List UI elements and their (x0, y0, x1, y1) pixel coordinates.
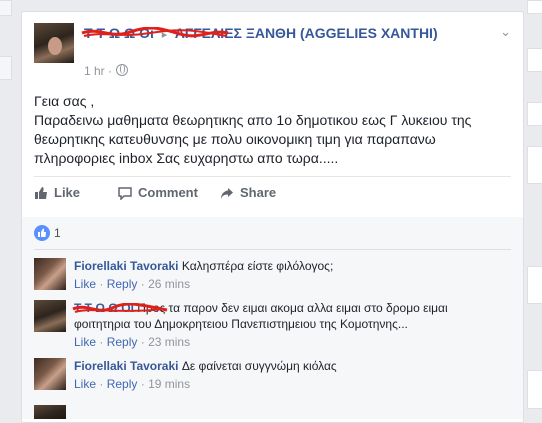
comment-actions: Like · Reply · 19 mins (74, 377, 191, 391)
right-card-fragment (527, 48, 542, 72)
commenter-avatar[interactable] (34, 358, 66, 390)
left-column (0, 0, 12, 407)
like-reaction-icon[interactable] (34, 225, 50, 241)
commenter-name[interactable]: Fiorellaki Tavoraki (74, 259, 179, 273)
share-icon (221, 187, 233, 199)
comment-button[interactable]: Comment (118, 185, 198, 200)
commenter-name[interactable]: Τ Τ Ω Ω Οι (72, 301, 168, 315)
post-header: Τ Τ Ω Ω Οι ▸ ΑΓΓΕΛΙΕΣ ΞΑΝΘΗ (AGGELIES XA… (81, 24, 504, 45)
post-text-line: Γεια σας , (34, 93, 95, 109)
thumbs-up-icon (35, 186, 47, 199)
comment-body: Fiorellaki Tavoraki Δε φαίνεται συγγνώμη… (74, 358, 504, 392)
post-card: Τ Τ Ω Ω Οι ▸ ΑΓΓΕΛΙΕΣ ΞΑΝΘΗ (AGGELIES XA… (21, 11, 524, 423)
comment-reply-link[interactable]: Reply (107, 335, 138, 349)
commenter-avatar[interactable] (34, 258, 66, 290)
share-button[interactable]: Share (220, 185, 276, 200)
comment-text: Δε φαίνεται συγγνώμη κιόλας (181, 359, 337, 373)
comment-reply-link[interactable]: Reply (107, 377, 138, 391)
right-card-fragment (527, 266, 542, 304)
right-column (527, 0, 542, 409)
comment-time[interactable]: 26 mins (148, 277, 190, 291)
right-card-fragment (527, 102, 542, 126)
comment-like-link[interactable]: Like (74, 277, 96, 291)
post-text: Γεια σας , Παραδεινω μαθηματα θεωρητικης… (34, 92, 512, 168)
commenter-avatar[interactable] (34, 300, 66, 332)
comment-like-link[interactable]: Like (74, 335, 96, 349)
comment-actions: Like · Reply · 26 mins (74, 277, 191, 291)
author-avatar[interactable] (34, 23, 74, 63)
right-card-fragment (527, 146, 542, 184)
comment-body: Fiorellaki Tavoraki Καλησπέρα είστε φιλό… (74, 258, 504, 292)
comment-like-link[interactable]: Like (74, 377, 96, 391)
like-button[interactable]: Like (34, 185, 80, 200)
post-time[interactable]: 1 hr · (84, 64, 112, 78)
left-card-fragment (0, 56, 12, 80)
comment-time[interactable]: 19 mins (148, 377, 190, 391)
author-name[interactable]: Τ Τ Ω Ω Οι (81, 24, 229, 43)
post-text-paragraph: Παραδεινω μαθηματα θεωρητικης απο 1ο δημ… (34, 112, 472, 166)
globe-icon (116, 64, 129, 76)
left-card-fragment (0, 0, 12, 16)
right-card-fragment (527, 370, 542, 409)
comment-body: Τ Τ Ω Ω Οι Προς τα παρον δεν ειμαι ακομα… (72, 300, 504, 350)
divider (34, 176, 511, 177)
right-card-fragment (527, 0, 542, 14)
redaction-scribble (81, 27, 229, 38)
redaction-scribble (72, 303, 168, 313)
commenter-avatar[interactable] (34, 405, 66, 419)
comment-time[interactable]: 23 mins (148, 335, 190, 349)
likes-count[interactable]: 1 (54, 226, 61, 240)
comment-actions: Like · Reply · 23 mins (74, 335, 191, 349)
comment-reply-link[interactable]: Reply (107, 277, 138, 291)
commenter-name[interactable]: Fiorellaki Tavoraki (74, 359, 179, 373)
comment-icon (118, 186, 132, 200)
divider (34, 249, 511, 250)
comment-text: Καλησπέρα είστε φιλόλογος; (181, 259, 334, 273)
post-meta: 1 hr · (84, 64, 129, 78)
reactions-and-comments: 1 Fiorellaki Tavoraki Καλησπέρα είστε φι… (22, 217, 523, 419)
chevron-down-icon[interactable]: ⌄ (500, 24, 511, 40)
